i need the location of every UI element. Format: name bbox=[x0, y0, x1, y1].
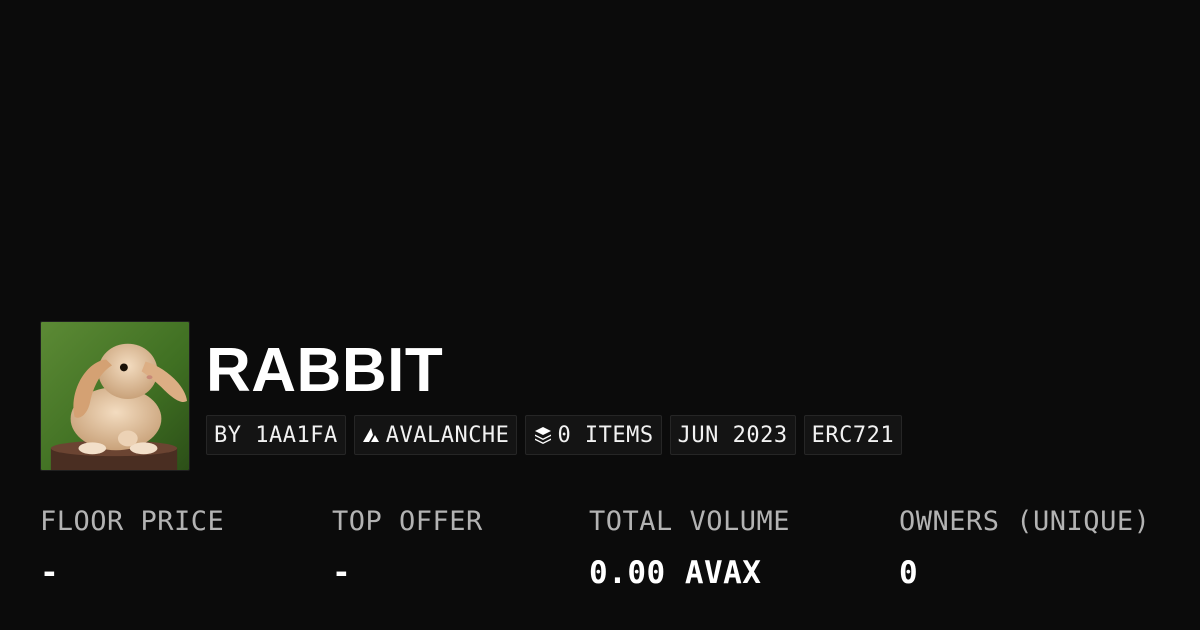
creator-tag-label: BY 1AA1FA bbox=[214, 422, 338, 448]
avalanche-icon bbox=[362, 425, 382, 445]
top-offer-stat: TOP OFFER - bbox=[332, 505, 483, 592]
total-volume-stat: TOTAL VOLUME 0.00 AVAX bbox=[589, 505, 790, 592]
chain-tag-label: AVALANCHE bbox=[385, 422, 510, 448]
total-volume-label: TOTAL VOLUME bbox=[589, 506, 791, 537]
items-tag[interactable]: 0 ITEMS bbox=[525, 415, 662, 455]
owners-value: 0 bbox=[899, 555, 919, 591]
top-offer-value: - bbox=[332, 555, 352, 591]
floor-price-value: - bbox=[40, 555, 60, 591]
chain-tag[interactable]: AVALANCHE bbox=[353, 415, 518, 455]
standard-tag[interactable]: ERC721 bbox=[803, 415, 903, 455]
items-tag-label: 0 ITEMS bbox=[557, 422, 654, 448]
layers-icon bbox=[533, 425, 553, 445]
collection-avatar bbox=[40, 321, 190, 471]
creator-tag[interactable]: BY 1AA1FA bbox=[206, 415, 346, 455]
date-tag-label: JUN 2023 bbox=[677, 422, 788, 448]
top-offer-label: TOP OFFER bbox=[332, 506, 483, 537]
collection-title: RABBIT bbox=[206, 336, 444, 405]
rabbit-image bbox=[41, 322, 189, 470]
floor-price-label: FLOOR PRICE bbox=[40, 506, 225, 537]
floor-price-stat: FLOOR PRICE - bbox=[40, 505, 224, 592]
total-volume-value: 0.00 AVAX bbox=[589, 555, 762, 591]
owners-label: OWNERS (UNIQUE) bbox=[899, 506, 1151, 537]
collection-tags: BY 1AA1FA AVALANCHE 0 ITEMS JUN 2023 ERC… bbox=[206, 415, 903, 455]
owners-stat: OWNERS (UNIQUE) 0 bbox=[899, 505, 1150, 592]
standard-tag-label: ERC721 bbox=[811, 422, 895, 448]
date-tag[interactable]: JUN 2023 bbox=[669, 415, 796, 455]
